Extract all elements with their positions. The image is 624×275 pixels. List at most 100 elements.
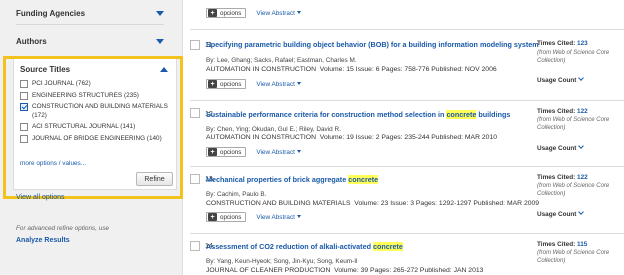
view-abstract-link[interactable]: View Abstract [256,81,301,88]
record-divider [190,233,624,234]
journal-link[interactable]: AUTOMATION IN CONSTRUCTION [206,134,316,141]
expand-arrow-icon[interactable] [156,38,164,44]
times-cited-note: (from Web of Science Core Collection) [537,183,610,197]
usage-count-label: Usage Count [537,211,577,218]
view-abstract-label: View Abstract [256,213,295,221]
source-title-label: JOURNAL OF BRIDGE ENGINEERING (140) [32,134,162,142]
opciones-label: opcions [220,80,242,88]
times-cited-note: (from Web of Science Core Collection) [537,50,610,64]
record-details: Volume: 23 Issue: 3 Pages: 1292-1297 Pub… [354,200,540,207]
usage-count-toggle[interactable]: Usage Count [537,75,585,84]
times-cited-note: (from Web of Science Core Collection) [537,250,610,264]
facet-funding-label: Funding Agencies [16,9,86,18]
record-title-link[interactable]: Sustainable performance criteria for con… [206,110,541,119]
record-authors: By: Cachim, Paulo B. [206,191,267,198]
journal-link[interactable]: AUTOMATION IN CONSTRUCTION [206,66,316,73]
times-cited: Times Cited: 115 [537,241,623,248]
opciones-button[interactable]: + opcions [206,8,247,18]
record-divider [190,100,624,101]
times-cited-note: (from Web of Science Core Collection) [537,117,610,131]
opciones-button[interactable]: + opcions [206,79,247,89]
refine-button[interactable]: Refine [136,172,173,186]
opciones-label: opcions [220,148,242,156]
usage-count-toggle[interactable]: Usage Count [537,143,585,152]
caret-down-icon [296,215,301,219]
collapse-arrow-icon[interactable] [160,66,168,72]
view-abstract-link[interactable]: View Abstract [256,10,301,17]
caret-down-icon [296,82,301,86]
record-checkbox[interactable] [190,174,200,184]
source-title-option[interactable]: JOURNAL OF BRIDGE ENGINEERING (140) [20,134,170,144]
times-cited-count[interactable]: 122 [577,108,588,115]
record-divider [190,29,624,30]
expand-arrow-icon[interactable] [156,11,164,16]
record-actions: + opcions View Abstract [206,79,301,89]
chevron-down-icon [578,209,585,215]
record-title-link[interactable]: Mechanical properties of brick aggregate… [206,175,541,184]
opciones-button[interactable]: + opcions [206,212,247,222]
source-title-option[interactable]: ENGINEERING STRUCTURES (235) [20,91,170,101]
view-all-options-link[interactable]: View all options [16,194,65,201]
chevron-down-icon [578,75,585,81]
view-abstract-link[interactable]: View Abstract [256,214,301,221]
times-cited-count[interactable]: 122 [577,174,588,181]
record-authors: By: Lee, Ghang; Sacks, Rafael; Eastman, … [206,57,357,64]
source-title-label: ENGINEERING STRUCTURES (235) [32,91,139,99]
more-options-link[interactable]: more options / values... [20,160,86,167]
times-cited: Times Cited: 123 [537,40,623,47]
source-title-checkbox[interactable] [20,91,28,100]
analyze-results-link[interactable]: Analyze Results [16,237,70,244]
times-cited-count[interactable]: 123 [577,40,588,47]
record-details: Volume: 39 Pages: 265-272 Published: JAN… [334,267,484,274]
source-title-label: PCI JOURNAL (762) [32,80,91,87]
view-abstract-label: View Abstract [256,148,295,156]
plus-icon: + [208,9,217,17]
record-title-text: buildings [476,110,511,119]
plus-icon: + [208,80,217,88]
times-cited-count[interactable]: 115 [577,241,587,248]
record-checkbox[interactable] [190,40,200,50]
times-cited-label: Times Cited: [537,174,576,181]
record-actions: + opcions View Abstract [206,8,301,18]
record-actions: + opcions View Abstract [206,212,301,222]
search-term-highlight: concrete [446,110,477,119]
source-title-option[interactable]: ACI STRUCTURAL JOURNAL (141) [20,123,170,132]
source-title-checkbox-checked[interactable] [20,103,28,111]
results-list: + opcions View Abstract 11. Specifying p… [183,0,624,275]
search-term-highlight: concrete [348,175,379,184]
source-title-checkbox[interactable] [20,134,28,143]
chevron-down-icon [578,143,585,149]
times-cited-label: Times Cited: [537,241,576,248]
view-abstract-label: View Abstract [256,80,295,88]
view-abstract-link[interactable]: View Abstract [256,149,301,156]
record-title-text: Specifying parametric building object be… [206,40,539,49]
record-source: AUTOMATION IN CONSTRUCTION Volume: 19 Is… [206,134,497,141]
source-title-option[interactable]: PCI JOURNAL (762) [20,80,170,89]
facet-authors-label: Authors [16,36,47,46]
record-title-text: Sustainable performance criteria for con… [206,110,447,119]
record-source: JOURNAL OF CLEANER PRODUCTION Volume: 39… [206,267,483,274]
plus-icon: + [208,148,217,156]
facet-source-titles[interactable]: Source Titles [20,58,168,80]
times-cited: Times Cited: 122 [537,174,623,181]
record-source: AUTOMATION IN CONSTRUCTION Volume: 15 Is… [206,66,497,73]
source-title-option[interactable]: CONSTRUCTION AND BUILDING MATERIALS (172… [20,103,170,120]
record-authors: By: Yang, Keun-Hyeok; Song, Jin-Kyu; Son… [206,258,358,265]
source-title-checkbox[interactable] [20,80,28,88]
facet-funding-agencies[interactable]: Funding Agencies [16,3,164,25]
record-title-link[interactable]: Specifying parametric building object be… [206,40,541,49]
record-checkbox[interactable] [190,108,200,118]
opciones-button[interactable]: + opcions [206,147,247,157]
plus-icon: + [208,213,217,221]
source-title-checkbox[interactable] [20,123,28,131]
record-title-link[interactable]: Assessment of CO2 reduction of alkali-ac… [206,242,541,251]
caret-down-icon [296,150,301,154]
usage-count-toggle[interactable]: Usage Count [537,209,585,218]
journal-link[interactable]: JOURNAL OF CLEANER PRODUCTION [206,267,330,274]
record-divider [190,166,624,167]
journal-link[interactable]: CONSTRUCTION AND BUILDING MATERIALS [206,200,351,207]
record-authors: By: Chen, Ying; Okudan, Gul E.; Riley, D… [206,126,341,133]
facet-authors[interactable]: Authors [16,30,164,52]
record-actions: + opcions View Abstract [206,147,301,157]
record-checkbox[interactable] [190,241,200,251]
